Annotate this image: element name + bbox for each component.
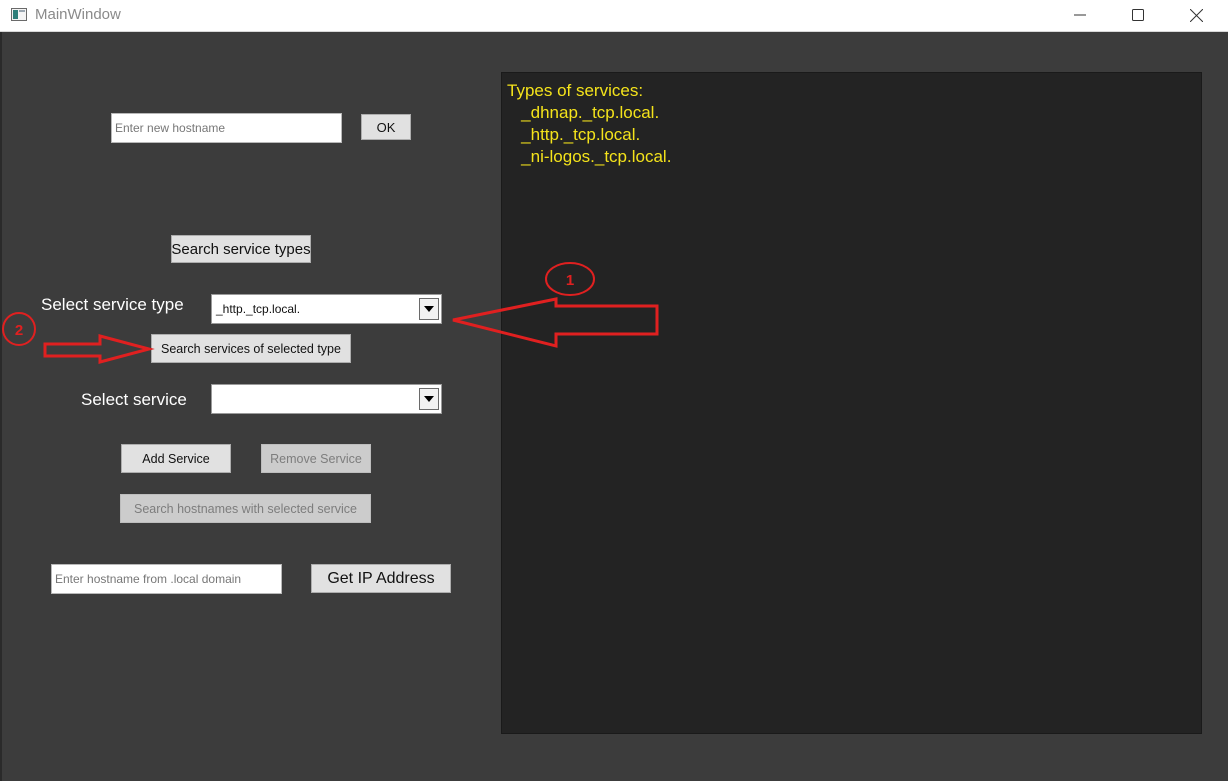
output-line: _ni-logos._tcp.local. [507, 147, 672, 166]
output-line: _http._tcp.local. [507, 125, 641, 144]
search-service-types-button[interactable]: Search service types [171, 235, 311, 263]
add-service-button[interactable]: Add Service [121, 444, 231, 473]
close-icon [1189, 8, 1203, 22]
local-hostname-input[interactable] [51, 564, 282, 594]
minimize-button[interactable] [1051, 0, 1109, 30]
annotation-arrow-2 [43, 334, 155, 364]
minimize-icon [1074, 14, 1086, 16]
service-type-selected-value: _http._tcp.local. [216, 302, 301, 316]
service-combobox[interactable] [211, 384, 442, 414]
close-button[interactable] [1167, 0, 1225, 30]
dropdown-arrow-icon[interactable] [419, 388, 439, 410]
maximize-icon [1132, 9, 1144, 21]
remove-service-button[interactable]: Remove Service [261, 444, 371, 473]
get-ip-address-button[interactable]: Get IP Address [311, 564, 451, 593]
search-services-of-type-button[interactable]: Search services of selected type [151, 334, 351, 363]
app-window-icon [11, 8, 27, 21]
annotation-marker-2: 2 [2, 312, 36, 346]
window-left-edge [0, 32, 2, 781]
new-hostname-input[interactable] [111, 113, 342, 143]
title-bar: MainWindow [0, 0, 1228, 32]
dropdown-arrow-icon[interactable] [419, 298, 439, 320]
output-heading: Types of services: [507, 81, 644, 100]
select-service-type-label: Select service type [41, 295, 184, 314]
search-hostnames-button[interactable]: Search hostnames with selected service [120, 494, 371, 523]
annotation-label-2: 2 [15, 322, 23, 339]
output-line: _dhnap._tcp.local. [507, 103, 660, 122]
select-service-label: Select service [81, 390, 187, 409]
service-output-text[interactable]: Types of services: _dhnap._tcp.local. _h… [501, 72, 1202, 734]
window-title: MainWindow [35, 6, 121, 23]
maximize-button[interactable] [1109, 0, 1167, 30]
service-type-combobox[interactable]: _http._tcp.local. [211, 294, 442, 324]
ok-button[interactable]: OK [361, 114, 411, 140]
